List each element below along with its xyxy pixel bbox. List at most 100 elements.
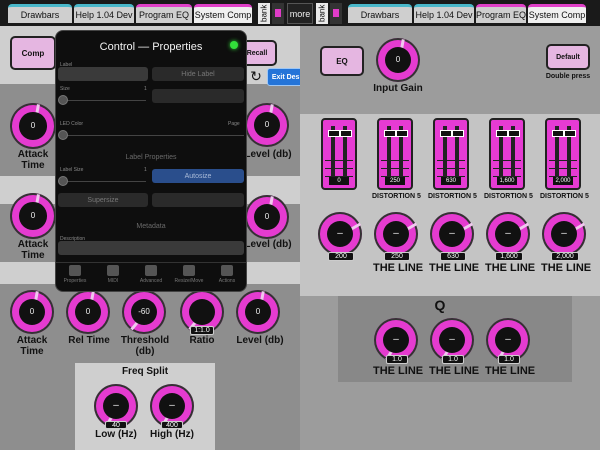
knob-value: 0 [253,203,281,231]
control-properties-panel: Control — Properties Label Hide Label Si… [55,30,247,292]
fader-value: 630 [441,177,461,185]
bank-indicator-left[interactable] [272,3,284,24]
attack-time-knob-3[interactable]: 0 [10,290,54,334]
level-knob-1[interactable]: 0 [245,103,289,147]
knob-value: 0 [244,298,272,326]
tab-resize-move[interactable]: Resize/Move [170,265,208,289]
input-gain-knob[interactable]: 0 [376,38,420,82]
freq-knob-5[interactable]: – [542,212,586,256]
attack-time-knob-2[interactable]: 0 [10,193,56,239]
tab-program-eq-right[interactable]: Program EQ [476,4,526,23]
freq-value-4: 1,600 [495,252,523,261]
freq-knob-3[interactable]: – [430,212,474,256]
tab-help-right[interactable]: Help 1.04 Dev [414,4,474,23]
tab-label: Program EQ [476,10,527,20]
comp-button[interactable]: Comp [10,36,56,70]
label-size-caption: Label Size [60,167,84,173]
label-input[interactable] [58,67,148,81]
q-label-2: THE LINE [429,365,480,377]
q-value-3: 1.0 [498,355,520,364]
threshold-knob[interactable]: -60 [122,290,166,334]
rel-time-knob[interactable]: 0 [66,290,110,334]
low-hz-label: Low (Hz) [95,429,137,440]
bank-label-left[interactable]: bank [258,3,270,24]
freq-value-5: 2,000 [551,252,579,261]
knob-value: 0 [384,46,412,74]
properties-title: Control — Properties [99,41,203,53]
led-color-caption: LED Color [60,121,84,127]
eq-fader-4[interactable]: 1,600 [489,118,525,190]
attack-time-label-3: Attack Time [16,335,48,357]
tab-label: System Comp [194,10,252,20]
tab-system-comp-right[interactable]: System Comp [528,4,586,23]
disabled-option-button [152,89,244,103]
knob-value: 0 [253,111,281,139]
the-line-label-3: THE LINE [429,262,480,274]
led-color-slider-track[interactable] [60,135,244,136]
tab-help-left[interactable]: Help 1.04 Dev [74,4,134,23]
tab-advanced[interactable]: Advanced [132,265,170,289]
tab-system-comp-left[interactable]: System Comp [194,4,252,23]
eq-button[interactable]: EQ [320,46,364,76]
freq-value-1: 200 [328,252,354,261]
eq-fader-2[interactable]: 250 [377,118,413,190]
top-tab-bar: Drawbars Help 1.04 Dev Program EQ System… [0,0,600,26]
tab-drawbars-right[interactable]: Drawbars [348,4,412,23]
eq-fader-3[interactable]: 630 [433,118,469,190]
tab-label: Help 1.04 Dev [415,10,473,20]
tab-label: Drawbars [20,10,60,20]
eq-fader-5[interactable]: 2,000 [545,118,581,190]
wrench-icon [221,265,233,276]
bank-label-right[interactable]: bank [316,3,328,24]
tab-label: Actions [218,278,236,284]
hide-label-button[interactable]: Hide Label [152,67,244,81]
ratio-value: 1:1.0 [190,326,214,335]
fader-value: 0 [329,177,349,185]
bank-indicator-right[interactable] [330,3,342,24]
autosize-button[interactable]: Autosize [152,169,244,183]
level-label-3: Level (db) [236,335,284,346]
description-input[interactable] [58,241,244,255]
tab-label: Help 1.04 Dev [75,10,133,20]
freq-value-2: 250 [384,252,410,261]
default-button[interactable]: Default [546,44,590,70]
tab-label: Drawbars [360,10,400,20]
freq-knob-4[interactable]: – [486,212,530,256]
double-press-label: Double press [545,73,591,80]
fader-value: 1,600 [497,177,517,185]
attack-time-label-2: Attack Time [17,239,49,261]
rel-time-label: Rel Time [68,335,110,346]
input-gain-label: Input Gain [373,83,423,94]
attack-time-knob-1[interactable]: 0 [10,103,56,149]
refresh-icon[interactable]: ↻ [247,67,265,85]
midi-icon [107,265,119,276]
knob-inner [188,298,216,326]
tab-label: Resize/Move [174,278,204,284]
tab-actions[interactable]: Actions [208,265,246,289]
supersize-button[interactable]: Supersize [58,193,148,207]
knob-value: 0 [74,298,102,326]
level-knob-3[interactable]: 0 [236,290,280,334]
label-size-slider-thumb[interactable] [58,176,68,186]
attack-time-label-1: Attack Time [17,149,49,171]
led-color-slider-thumb[interactable] [58,130,68,140]
fader-value: 250 [385,177,405,185]
knob-value: 0 [19,202,47,230]
freq-knob-2[interactable]: – [374,212,418,256]
tab-properties[interactable]: Properties [56,265,94,289]
tab-drawbars-left[interactable]: Drawbars [8,4,72,23]
tab-midi[interactable]: MIDI [94,265,132,289]
q-label-3: THE LINE [485,365,536,377]
size-slider-track[interactable] [60,100,146,101]
label-size-slider-track[interactable] [60,181,146,182]
size-slider-thumb[interactable] [58,95,68,105]
knob-value: 0 [18,298,46,326]
level-knob-2[interactable]: 0 [245,195,289,239]
label-properties-header: Label Properties [125,154,177,161]
freq-knob-1[interactable]: – [318,212,362,256]
eq-fader-1[interactable]: 0 [321,118,357,190]
the-line-label-2: THE LINE [373,262,424,274]
more-button[interactable]: more [287,3,313,24]
tab-program-eq-left[interactable]: Program EQ [136,4,192,23]
the-line-label-4: THE LINE [485,262,536,274]
